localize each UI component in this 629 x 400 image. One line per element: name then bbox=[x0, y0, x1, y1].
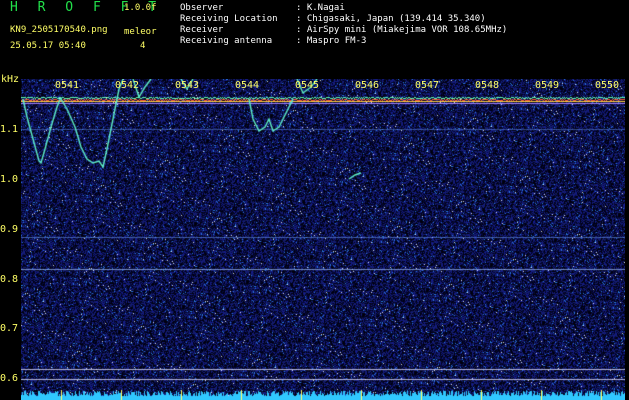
receiver-value: : AirSpy mini (Miakejima VOR 108.65MHz) bbox=[296, 25, 508, 35]
x-tick-label: 0541 bbox=[55, 80, 80, 91]
x-tick-label: 0545 bbox=[295, 80, 320, 91]
hrofft-display: H R O F F T 1.0.0f KN9_2505170540.png me… bbox=[0, 0, 629, 400]
antenna-label: Receiving antenna bbox=[180, 36, 273, 46]
y-tick-label: 0.8 bbox=[0, 274, 19, 285]
observer-value: : K.Nagai bbox=[296, 3, 345, 13]
x-tick-label: 0549 bbox=[535, 80, 560, 91]
y-tick-label: 0.6 bbox=[0, 373, 19, 384]
y-tick-label: 1.1 bbox=[0, 124, 19, 135]
x-tick-label: 0546 bbox=[355, 80, 380, 91]
x-tick-label: 0542 bbox=[115, 80, 140, 91]
receiver-label: Receiver bbox=[180, 25, 224, 35]
location-label: Receiving Location bbox=[180, 14, 278, 24]
x-tick-label: 0544 bbox=[235, 80, 260, 91]
x-tick-label: 0547 bbox=[415, 80, 440, 91]
antenna-value: : Maspro FM-3 bbox=[296, 36, 367, 46]
x-tick-label: 0550 bbox=[595, 80, 620, 91]
location-value: : Chigasaki, Japan (139.414 35.340) bbox=[296, 14, 486, 24]
filename-label: KN9_2505170540.png bbox=[10, 25, 108, 35]
datetime-label: 25.05.17 05:40 bbox=[10, 41, 86, 51]
version-label: 1.0.0f bbox=[124, 3, 157, 13]
mode-label: meleor bbox=[124, 27, 157, 37]
observer-label: Observer bbox=[180, 3, 224, 13]
y-tick-label: 0.9 bbox=[0, 224, 19, 235]
x-tick-label: 0543 bbox=[175, 80, 200, 91]
y-tick-label: 0.7 bbox=[0, 323, 19, 334]
count-label: 4 bbox=[140, 41, 146, 51]
x-tick-label: 0548 bbox=[475, 80, 500, 91]
y-axis-unit: kHz bbox=[1, 74, 20, 85]
spectrogram-canvas bbox=[21, 79, 625, 400]
y-tick-label: 1.0 bbox=[0, 174, 19, 185]
